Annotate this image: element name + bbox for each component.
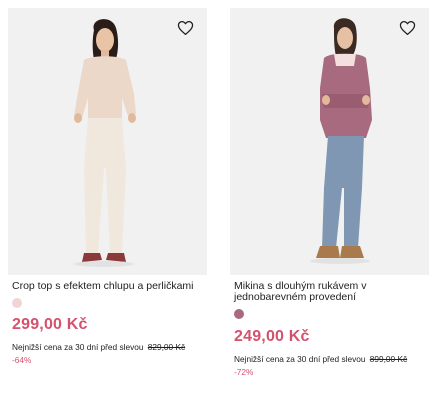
heart-outline-icon (177, 20, 193, 36)
wishlist-button[interactable] (175, 18, 195, 38)
product-grid: Crop top s efektem chlupu a perličkami 2… (0, 0, 439, 400)
heart-outline-icon (399, 20, 415, 36)
color-swatch[interactable] (234, 309, 244, 319)
lowest-price-note: Nejnižší cena za 30 dní před slevou 829,… (8, 342, 207, 352)
discount-percent: -72% (234, 367, 254, 377)
discount-percent: -64% (12, 355, 32, 365)
product-card[interactable]: Crop top s efektem chlupu a perličkami 2… (8, 8, 207, 365)
old-price: 829,00 Kč (147, 342, 186, 352)
color-swatch[interactable] (12, 298, 22, 308)
product-name[interactable]: Crop top s efektem chlupu a perličkami (8, 281, 207, 292)
product-price: 249,00 Kč (234, 328, 310, 345)
product-card[interactable]: Mikina s dlouhým rukávem v jednobarevném… (230, 8, 429, 377)
model-photo (74, 19, 136, 267)
lowest-price-label: Nejnižší cena za 30 dní před slevou (12, 342, 144, 352)
old-price: 899,00 Kč (369, 354, 408, 364)
lowest-price-label: Nejnižší cena za 30 dní před slevou (234, 354, 366, 364)
product-image[interactable] (230, 8, 429, 275)
lowest-price-note: Nejnižší cena za 30 dní před slevou 899,… (230, 354, 429, 364)
wishlist-button[interactable] (397, 18, 417, 38)
product-name[interactable]: Mikina s dlouhým rukávem v jednobarevném… (230, 281, 429, 303)
product-image[interactable] (8, 8, 207, 275)
model-photo (310, 18, 372, 264)
product-price: 299,00 Kč (12, 316, 88, 333)
